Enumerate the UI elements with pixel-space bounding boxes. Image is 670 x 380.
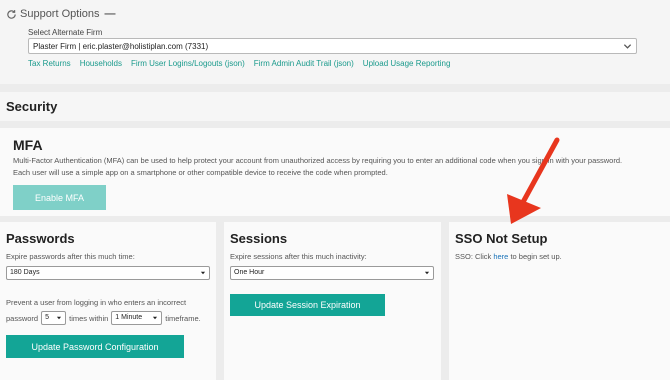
sessions-heading: Sessions: [230, 231, 288, 246]
timeframe-label: timeframe.: [165, 313, 201, 323]
sso-heading: SSO Not Setup: [455, 231, 548, 246]
session-expiration-select[interactable]: One Hour: [230, 266, 434, 280]
sso-setup-text: SSO: Click here to begin set up.: [455, 252, 562, 261]
refresh-icon: [7, 9, 16, 19]
firm-user-logins-link[interactable]: Firm User Logins/Logouts (json): [131, 59, 245, 68]
lockout-row: password 5 times within 1 Minute timefra…: [6, 311, 201, 325]
sso-prefix: SSO: Click: [455, 252, 494, 261]
chevron-down-icon: [623, 44, 632, 49]
password-expiration-value: 180 Days: [10, 269, 40, 276]
lockout-attempts-select[interactable]: 5: [41, 311, 67, 325]
lockout-window-select[interactable]: 1 Minute: [111, 311, 163, 325]
sso-suffix: to begin set up.: [508, 252, 562, 261]
passwords-card: Passwords Expire passwords after this mu…: [0, 222, 216, 380]
security-section: Security: [0, 92, 670, 121]
lockout-prefix: password: [6, 313, 39, 323]
support-options-title: Support Options: [20, 8, 100, 20]
alternate-firm-select[interactable]: Plaster Firm | eric.plaster@holistiplan.…: [28, 38, 637, 54]
session-expire-label: Expire sessions after this much inactivi…: [230, 252, 367, 261]
lockout-description: Prevent a user from logging in who enter…: [6, 298, 187, 307]
password-expire-label: Expire passwords after this much time:: [6, 252, 135, 261]
households-link[interactable]: Households: [80, 59, 122, 68]
session-expiration-value: One Hour: [234, 269, 265, 276]
mfa-card: MFA Multi-Factor Authentication (MFA) ca…: [0, 128, 670, 216]
alternate-firm-label: Select Alternate Firm: [28, 28, 103, 37]
firm-admin-audit-trail-link[interactable]: Firm Admin Audit Trail (json): [254, 59, 354, 68]
chevron-down-icon: [200, 271, 206, 275]
enable-mfa-button[interactable]: Enable MFA: [13, 185, 106, 210]
support-options-header[interactable]: Support Options —: [6, 8, 116, 20]
sessions-card: Sessions Expire sessions after this much…: [224, 222, 441, 380]
sso-card: SSO Not Setup SSO: Click here to begin s…: [449, 222, 670, 380]
chevron-down-icon: [153, 316, 158, 320]
support-options-panel: Support Options — Select Alternate Firm …: [0, 0, 670, 84]
annotation-arrow-icon: [507, 137, 560, 224]
tax-returns-link[interactable]: Tax Returns: [28, 59, 71, 68]
collapse-icon[interactable]: —: [105, 8, 116, 20]
mfa-heading: MFA: [13, 137, 43, 153]
sso-setup-link[interactable]: here: [493, 252, 508, 261]
times-within-label: times within: [69, 313, 109, 323]
upload-usage-reporting-link[interactable]: Upload Usage Reporting: [363, 59, 451, 68]
support-links: Tax Returns Households Firm User Logins/…: [28, 59, 450, 68]
password-expiration-select[interactable]: 180 Days: [6, 266, 210, 280]
chevron-down-icon: [57, 316, 62, 320]
security-heading: Security: [6, 99, 58, 114]
passwords-heading: Passwords: [6, 231, 75, 246]
lockout-window-value: 1 Minute: [115, 314, 143, 321]
chevron-down-icon: [424, 271, 430, 275]
update-session-expiration-button[interactable]: Update Session Expiration: [230, 294, 385, 316]
lockout-attempts-value: 5: [45, 314, 50, 321]
alternate-firm-value: Plaster Firm | eric.plaster@holistiplan.…: [33, 42, 209, 51]
update-password-config-button[interactable]: Update Password Configuration: [6, 335, 184, 358]
